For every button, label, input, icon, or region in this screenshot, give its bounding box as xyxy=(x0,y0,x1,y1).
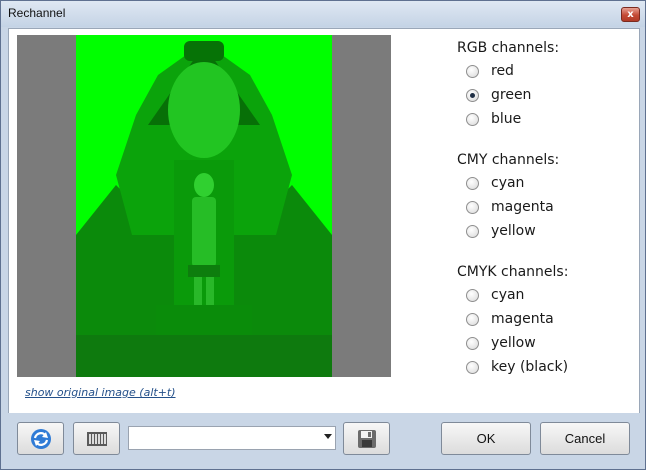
show-original-link[interactable]: show original image (alt+t) xyxy=(25,386,176,399)
close-button[interactable]: x xyxy=(621,7,640,22)
radio-circle xyxy=(466,224,479,238)
radio-cmyk-yellow[interactable]: yellow xyxy=(466,333,536,353)
radio-label: yellow xyxy=(491,223,536,239)
radio-rgb-green[interactable]: green xyxy=(466,85,531,105)
radio-label: magenta xyxy=(491,199,554,215)
radio-circle xyxy=(466,88,479,102)
preset-select[interactable] xyxy=(128,426,336,450)
radio-circle xyxy=(466,336,479,350)
radio-cmy-cyan[interactable]: cyan xyxy=(466,173,524,193)
radio-cmy-yellow[interactable]: yellow xyxy=(466,221,536,241)
ok-button[interactable]: OK xyxy=(441,422,531,455)
radio-circle xyxy=(466,200,479,214)
cancel-button[interactable]: Cancel xyxy=(540,422,630,455)
radio-circle xyxy=(466,64,479,78)
radio-label: blue xyxy=(491,111,522,127)
close-icon: x xyxy=(627,9,634,20)
radio-label: cyan xyxy=(491,287,525,303)
save-preset-button[interactable] xyxy=(343,422,390,455)
radio-circle xyxy=(466,312,479,326)
radio-circle xyxy=(466,176,479,190)
radio-cmy-magenta[interactable]: magenta xyxy=(466,197,554,217)
button-bar: OK Cancel xyxy=(1,413,645,469)
radio-rgb-blue[interactable]: blue xyxy=(466,109,521,129)
radio-label: cyan xyxy=(491,175,525,191)
radio-circle xyxy=(466,288,479,302)
cmyk-group-title: CMYK channels: xyxy=(457,264,569,280)
refresh-button[interactable] xyxy=(17,422,64,455)
radio-cmyk-magenta[interactable]: magenta xyxy=(466,309,554,329)
save-icon xyxy=(357,429,376,448)
cmy-group-title: CMY channels: xyxy=(457,152,560,168)
batch-button[interactable] xyxy=(73,422,120,455)
refresh-icon xyxy=(30,428,51,449)
radio-circle xyxy=(466,112,479,126)
radio-rgb-red[interactable]: red xyxy=(466,61,514,81)
rechannel-dialog: Rechannel x show original image (alt+t) … xyxy=(0,0,646,470)
radio-label: key (black) xyxy=(491,359,569,375)
content-panel: show original image (alt+t) RGB channels… xyxy=(8,28,640,414)
radio-circle xyxy=(466,360,479,374)
title-bar[interactable]: Rechannel x xyxy=(1,1,645,27)
window-title: Rechannel xyxy=(8,6,66,20)
radio-label: magenta xyxy=(491,311,554,327)
radio-label: yellow xyxy=(491,335,536,351)
film-strip-icon xyxy=(86,431,107,446)
radio-label: red xyxy=(491,63,514,79)
chevron-down-icon xyxy=(324,434,332,439)
radio-cmyk-key[interactable]: key (black) xyxy=(466,357,568,377)
image-preview xyxy=(17,35,391,377)
radio-label: green xyxy=(491,87,532,103)
preview-image xyxy=(76,35,332,377)
radio-cmyk-cyan[interactable]: cyan xyxy=(466,285,524,305)
rgb-group-title: RGB channels: xyxy=(457,40,560,56)
